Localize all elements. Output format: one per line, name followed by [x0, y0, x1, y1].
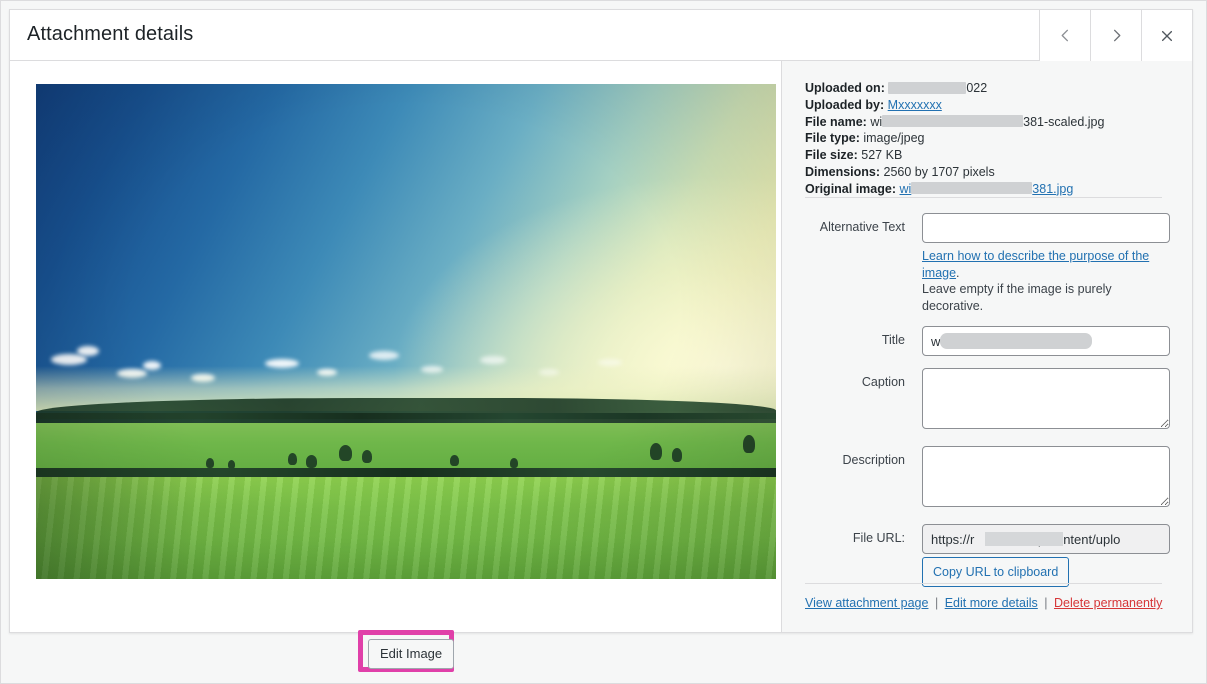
redacted-original-name: [911, 182, 1033, 195]
alt-text-help-suffix: .: [956, 265, 960, 280]
original-image-suffix: 381.jpg: [1032, 181, 1074, 196]
file-url-row: File URL: Copy URL to clipboard: [782, 524, 1192, 587]
attachment-fields: Alternative Text Learn how to describe t…: [782, 213, 1192, 599]
modal-body: Edit Image Uploaded on: 022 Uploaded by:…: [10, 61, 1192, 672]
description-textarea[interactable]: [922, 446, 1170, 507]
attachment-info-pane: Uploaded on: 022 Uploaded by: Mxxxxxxx F…: [782, 61, 1192, 632]
action-separator-1: |: [934, 596, 939, 610]
file-url-label: File URL:: [852, 531, 905, 545]
file-size-row: File size: 527 KB: [805, 147, 1205, 164]
footer-divider: [805, 583, 1162, 584]
edit-image-button[interactable]: Edit Image: [368, 639, 455, 669]
dimensions-row: Dimensions: 2560 by 1707 pixels: [805, 164, 1205, 181]
file-type-label: File type:: [805, 131, 860, 146]
title-row: Title: [782, 326, 1192, 356]
uploaded-by-row: Uploaded by: Mxxxxxxx: [805, 97, 1205, 114]
file-size-value: 527 KB: [861, 148, 903, 163]
caption-label: Caption: [861, 375, 905, 389]
uploaded-by-link[interactable]: Mxxxxxxx: [888, 98, 942, 112]
uploaded-on-row: Uploaded on: 022: [805, 80, 1205, 97]
next-attachment-button[interactable]: [1090, 10, 1141, 61]
dimensions-value: 2560 by 1707 pixels: [883, 164, 995, 179]
edit-more-details-link[interactable]: Edit more details: [945, 596, 1038, 610]
title-control: [922, 326, 1192, 356]
caption-textarea[interactable]: [922, 368, 1170, 429]
original-image-row: Original image: wi 381.jpg: [805, 181, 1205, 198]
view-attachment-page-link[interactable]: View attachment page: [805, 596, 928, 610]
file-type-value: image/jpeg: [863, 131, 925, 146]
file-size-label: File size:: [805, 148, 858, 163]
alt-text-help-text: Leave empty if the image is purely decor…: [922, 282, 1112, 313]
file-name-row: File name: wi 381-scaled.jpg: [805, 114, 1205, 131]
uploaded-on-value: 022: [966, 81, 988, 95]
file-url-input[interactable]: [922, 524, 1170, 554]
alt-text-control: Learn how to describe the purpose of the…: [922, 213, 1192, 314]
title-input[interactable]: [922, 326, 1170, 356]
dimensions-label: Dimensions:: [805, 164, 881, 179]
description-control: [922, 446, 1192, 512]
chevron-left-icon: [1058, 28, 1073, 43]
original-image-link[interactable]: wi 381.jpg: [899, 182, 1073, 196]
close-icon: [1160, 29, 1174, 43]
description-label: Description: [842, 453, 905, 467]
original-image-prefix: wi: [899, 181, 912, 196]
modal-header: Attachment details: [10, 10, 1192, 61]
description-row: Description: [782, 446, 1192, 512]
attachment-actions: View attachment page | Edit more details…: [805, 596, 1162, 610]
modal-header-buttons: [1039, 10, 1192, 61]
caption-control: [922, 368, 1192, 434]
landscape-photo: [36, 84, 776, 579]
close-modal-button[interactable]: [1141, 10, 1192, 61]
attachment-image: [36, 84, 776, 579]
field-shadow: [36, 477, 199, 579]
attachment-metadata: Uploaded on: 022 Uploaded by: Mxxxxxxx F…: [805, 80, 1205, 198]
alt-text-row: Alternative Text Learn how to describe t…: [782, 213, 1192, 314]
action-separator-2: |: [1044, 596, 1048, 610]
alt-text-label: Alternative Text: [819, 220, 905, 234]
alt-text-help: Learn how to describe the purpose of the…: [922, 248, 1174, 314]
file-name-label: File name:: [805, 114, 867, 129]
far-field: [36, 423, 776, 473]
redacted-file-name: [882, 115, 1024, 128]
attachment-preview-pane: Edit Image: [10, 61, 782, 672]
original-image-label: Original image:: [805, 181, 896, 196]
metadata-divider: [805, 197, 1162, 198]
uploaded-by-label: Uploaded by:: [805, 97, 885, 112]
attachment-details-modal: Attachment details Edit Image Uploaded o…: [9, 9, 1193, 672]
screen: Attachment details Edit Image Uploaded o…: [0, 0, 1207, 684]
uploaded-on-label: Uploaded on:: [805, 81, 885, 95]
file-type-row: File type: image/jpeg: [805, 130, 1205, 147]
title-label: Title: [881, 333, 905, 347]
alt-text-input[interactable]: [922, 213, 1170, 243]
page-title: Attachment details: [27, 23, 194, 45]
redacted-date: [888, 81, 967, 94]
file-name-suffix: 381-scaled.jpg: [1023, 114, 1105, 129]
previous-attachment-button[interactable]: [1039, 10, 1090, 61]
chevron-right-icon: [1109, 28, 1124, 43]
file-url-control: Copy URL to clipboard: [922, 524, 1192, 587]
file-name-prefix: wi: [870, 114, 883, 129]
caption-row: Caption: [782, 368, 1192, 434]
delete-permanently-link[interactable]: Delete permanently: [1054, 596, 1162, 610]
